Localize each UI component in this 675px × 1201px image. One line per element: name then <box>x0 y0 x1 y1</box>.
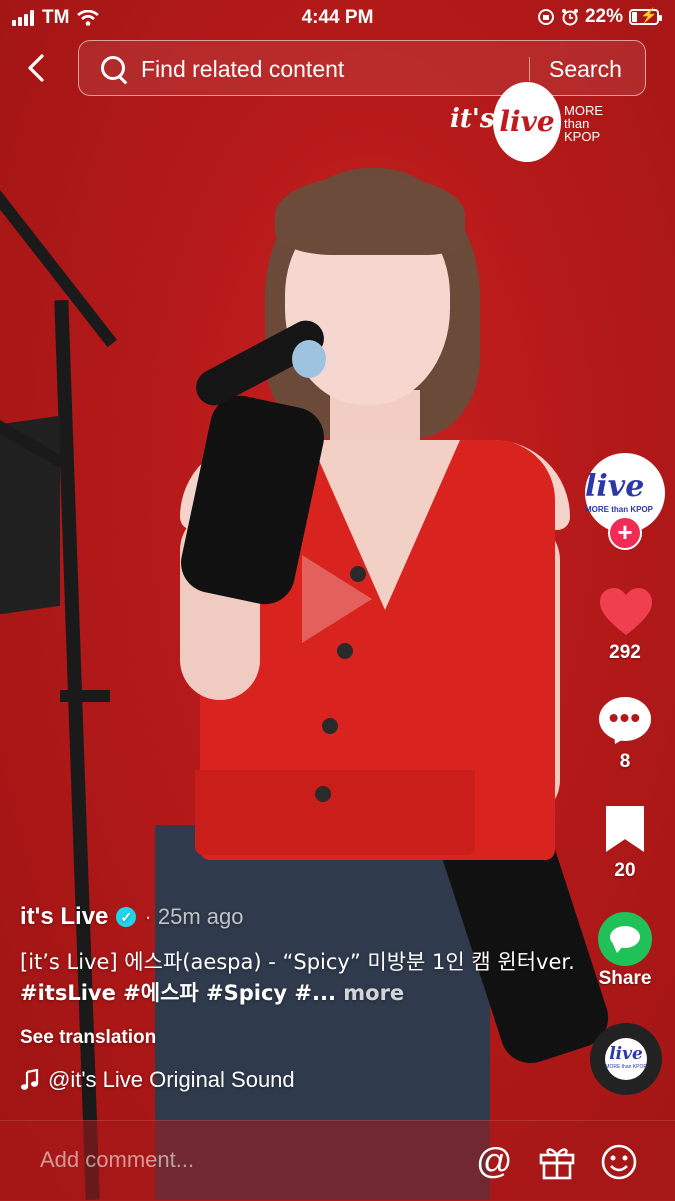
search-button[interactable]: Search <box>549 56 622 83</box>
like-count[interactable]: 292 <box>585 642 665 664</box>
back-icon <box>28 54 44 82</box>
vest-hem <box>195 770 475 855</box>
search-icon <box>101 56 125 80</box>
sound-link[interactable]: @it's Live Original Sound <box>20 1067 580 1093</box>
author-name[interactable]: it's Live <box>20 903 108 931</box>
hashtags[interactable]: #itsLive #에스파 #Spicy #... <box>20 981 336 1005</box>
follow-plus-icon: + <box>617 517 633 547</box>
watermark-tagline: MORE than KPOP <box>564 103 603 144</box>
follow-button[interactable]: + <box>608 516 642 550</box>
verified-icon: ✓ <box>116 907 137 927</box>
avatar-logo: live <box>585 469 645 504</box>
description-text: [it’s Live] 에스파(aespa) - “Spicy” 미방분 1인 … <box>20 950 575 974</box>
comment-icon[interactable]: ••• <box>599 697 651 741</box>
battery-icon: ⚡ <box>629 7 662 25</box>
see-translation-link[interactable]: See translation <box>20 1027 580 1049</box>
sound-disc-logo: live MORE than KPOP <box>605 1038 647 1080</box>
save-count[interactable]: 20 <box>585 860 665 882</box>
post-caption: it's Live ✓ · 25m ago [it’s Live] 에스파(ae… <box>20 903 580 1093</box>
share-label[interactable]: Share <box>585 968 665 990</box>
search-bar[interactable]: Find related content Search <box>78 40 646 96</box>
post-description[interactable]: [it’s Live] 에스파(aespa) - “Spicy” 미방분 1인 … <box>20 947 580 1009</box>
performer-bangs <box>275 175 465 255</box>
vest-button <box>322 718 338 734</box>
vest-button <box>337 643 353 659</box>
mention-icon[interactable]: @ <box>476 1141 513 1181</box>
watermark-live: live <box>493 82 561 162</box>
sound-disc[interactable]: live MORE than KPOP <box>590 1023 662 1095</box>
avatar-tagline: MORE than KPOP <box>585 505 654 514</box>
status-bar: TM 4:44 PM 22% ⚡ <box>0 0 675 34</box>
emoji-icon[interactable] <box>600 1143 638 1181</box>
heart-icon[interactable] <box>598 585 654 641</box>
search-input[interactable]: Find related content <box>141 56 344 83</box>
sound-name: @it's Live Original Sound <box>48 1067 295 1092</box>
back-button[interactable] <box>24 50 54 86</box>
orientation-lock-icon <box>537 9 554 25</box>
play-icon[interactable] <box>302 555 372 643</box>
share-icon[interactable] <box>598 912 652 966</box>
more-link[interactable]: more <box>336 981 404 1005</box>
search-divider <box>529 57 530 81</box>
music-note-icon <box>21 1069 39 1090</box>
comment-input[interactable]: Add comment... <box>40 1147 194 1173</box>
stand-clamp <box>60 690 110 702</box>
microphone-head <box>292 340 326 378</box>
vest-button <box>315 786 331 802</box>
comment-bar: Add comment... @ <box>0 1120 675 1201</box>
alarm-icon <box>561 9 578 26</box>
comment-count[interactable]: 8 <box>585 751 665 773</box>
battery-percent: 22% <box>584 6 623 27</box>
gift-icon[interactable] <box>538 1143 576 1181</box>
post-time: · 25m ago <box>144 904 244 929</box>
watermark-its: it's <box>450 104 495 134</box>
